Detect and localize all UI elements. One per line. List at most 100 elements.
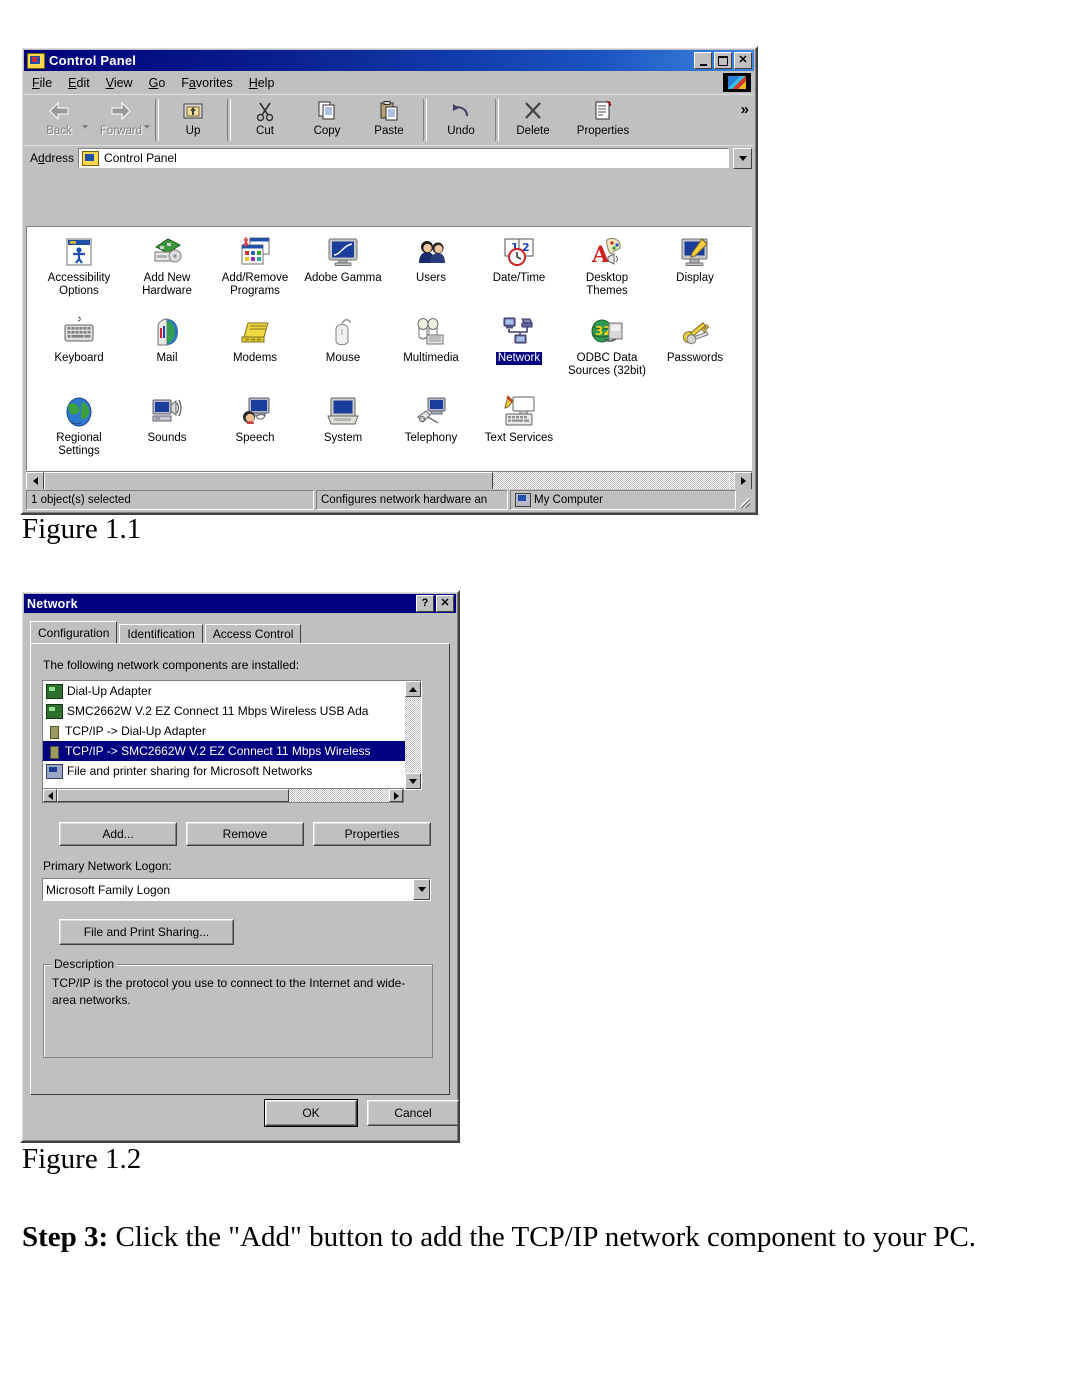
cp-item-label: Accessibility Options <box>47 272 111 297</box>
toolbar-forward-button[interactable]: Forward <box>90 95 152 145</box>
scroll-down-button[interactable] <box>405 773 421 789</box>
dialog-close-button[interactable]: ✕ <box>436 595 454 612</box>
cp-item-add-remove-programs[interactable]: Add/Remove Programs <box>211 235 299 311</box>
file-print-sharing-button[interactable]: File and Print Sharing... <box>59 919 234 945</box>
toolbar-paste-button[interactable]: Paste <box>358 95 420 145</box>
telephony-icon <box>414 395 448 429</box>
menu-favorites[interactable]: Favorites <box>181 76 232 90</box>
close-button[interactable]: ✕ <box>734 52 752 69</box>
add-button[interactable]: Add... <box>59 822 177 846</box>
menu-edit[interactable]: Edit <box>68 76 90 90</box>
list-scroll-left-button[interactable] <box>43 789 57 802</box>
toolbar-properties-button[interactable]: Properties <box>564 95 642 145</box>
tab-configuration[interactable]: Configuration <box>30 621 118 643</box>
cp-item-network[interactable]: Network <box>475 315 563 391</box>
toolbar-paste-label: Paste <box>374 125 404 137</box>
cp-item-system[interactable]: System <box>299 395 387 470</box>
regional-settings-icon <box>62 395 96 429</box>
arrow-down-icon <box>409 778 417 784</box>
cp-item-multimedia[interactable]: Multimedia <box>387 315 475 391</box>
list-item-label: TCP/IP -> Dial-Up Adapter <box>65 724 206 738</box>
scroll-thumb[interactable] <box>44 472 493 490</box>
scroll-up-button[interactable] <box>405 681 421 697</box>
description-text: TCP/IP is the protocol you use to connec… <box>52 976 406 1007</box>
combo-dropdown-button[interactable] <box>413 879 430 900</box>
minimize-button[interactable] <box>694 52 712 69</box>
cp-item-label: Modems <box>232 352 278 364</box>
properties-button[interactable]: Properties <box>313 822 431 846</box>
cp-item-regional-settings[interactable]: Regional Settings <box>35 395 123 470</box>
cp-item-sounds[interactable]: Sounds <box>123 395 211 470</box>
cp-item-keyboard[interactable]: Keyboard <box>35 315 123 391</box>
toolbar-back-button[interactable]: Back <box>28 95 90 145</box>
cp-item-label: Regional Settings <box>56 432 102 457</box>
list-item[interactable]: Dial-Up Adapter <box>43 681 421 701</box>
primary-logon-combobox[interactable]: Microsoft Family Logon <box>42 878 431 901</box>
toolbar-delete-button[interactable]: Delete <box>502 95 564 145</box>
resize-grip[interactable] <box>738 490 752 510</box>
menu-go[interactable]: Go <box>149 76 166 90</box>
ok-button[interactable]: OK <box>265 1100 357 1126</box>
scroll-left-button[interactable] <box>26 472 44 490</box>
list-scroll-right-button[interactable] <box>389 789 403 802</box>
horizontal-scrollbar[interactable] <box>26 471 752 490</box>
cp-item-passwords[interactable]: Passwords <box>651 315 739 391</box>
back-dropdown-icon[interactable] <box>82 125 88 129</box>
list-item-selected[interactable]: TCP/IP -> SMC2662W V.2 EZ Connect 11 Mbp… <box>43 741 421 761</box>
chevron-down-icon <box>738 155 747 161</box>
list-vertical-scrollbar[interactable] <box>405 681 421 789</box>
list-scroll-track[interactable] <box>57 789 389 802</box>
cp-item-label: Adobe Gamma <box>304 272 382 284</box>
address-input[interactable]: Control Panel <box>78 148 729 168</box>
modems-icon <box>238 315 272 349</box>
menu-view[interactable]: View <box>106 76 133 90</box>
forward-dropdown-icon[interactable] <box>144 125 150 129</box>
maximize-button[interactable] <box>714 52 732 69</box>
tab-identification[interactable]: Identification <box>119 624 203 643</box>
cp-item-mail[interactable]: Mail <box>123 315 211 391</box>
list-item[interactable]: TCP/IP -> Dial-Up Adapter <box>43 721 421 741</box>
tab-access-control[interactable]: Access Control <box>204 624 302 643</box>
network-components-list[interactable]: Dial-Up Adapter SMC2662W V.2 EZ Connect … <box>42 680 422 790</box>
list-horizontal-scrollbar[interactable] <box>42 788 404 803</box>
toolbar-cut-button[interactable]: Cut <box>234 95 296 145</box>
selected-label: Network <box>495 352 543 365</box>
list-scroll-thumb[interactable] <box>57 789 290 802</box>
list-item[interactable]: File and printer sharing for Microsoft N… <box>43 761 421 781</box>
cp-item-label: Sounds <box>147 432 187 444</box>
address-label: Address <box>30 151 75 165</box>
cp-item-users[interactable]: Users <box>387 235 475 311</box>
toolbar-overflow-icon[interactable]: » <box>741 101 749 118</box>
list-item[interactable]: SMC2662W V.2 EZ Connect 11 Mbps Wireless… <box>43 701 421 721</box>
toolbar-undo-button[interactable]: Undo <box>430 95 492 145</box>
menu-file[interactable]: File <box>32 76 52 90</box>
cp-item-mouse[interactable]: Mouse <box>299 315 387 391</box>
help-button[interactable]: ? <box>416 595 434 612</box>
remove-button[interactable]: Remove <box>186 822 304 846</box>
cp-item-text-services[interactable]: Text Services <box>475 395 563 470</box>
cancel-button[interactable]: Cancel <box>367 1100 459 1126</box>
scroll-right-button[interactable] <box>734 472 752 490</box>
cp-item-display[interactable]: Display <box>651 235 739 311</box>
cp-item-label: System <box>323 432 363 444</box>
arrow-left-icon <box>32 477 38 485</box>
cp-item-add-new-hardware[interactable]: Add New Hardware <box>123 235 211 311</box>
figure-1-1-caption: Figure 1.1 <box>22 513 142 545</box>
cp-item-odbc-data-sources[interactable]: 32 ODBC Data Sources (32bit) <box>563 315 651 391</box>
scroll-track[interactable] <box>44 472 734 490</box>
cp-item-accessibility-options[interactable]: Accessibility Options <box>35 235 123 311</box>
cp-item-speech[interactable]: Speech <box>211 395 299 470</box>
cp-item-date-time[interactable]: 1 2 Date/Time <box>475 235 563 311</box>
toolbar-copy-button[interactable]: Copy <box>296 95 358 145</box>
toolbar-up-button[interactable]: Up <box>162 95 224 145</box>
address-dropdown-button[interactable] <box>733 147 752 169</box>
cp-item-telephony[interactable]: Telephony <box>387 395 475 470</box>
users-icon <box>414 235 448 269</box>
forward-arrow-icon <box>109 99 133 123</box>
menu-help[interactable]: Help <box>249 76 275 90</box>
control-panel-window: Control Panel ✕ File Edit View Go Favori… <box>20 46 758 515</box>
cp-item-desktop-themes[interactable]: A Desktop Themes <box>563 235 651 311</box>
cp-item-modems[interactable]: Modems <box>211 315 299 391</box>
cp-item-adobe-gamma[interactable]: Adobe Gamma <box>299 235 387 311</box>
toolbar-separator <box>227 99 231 141</box>
